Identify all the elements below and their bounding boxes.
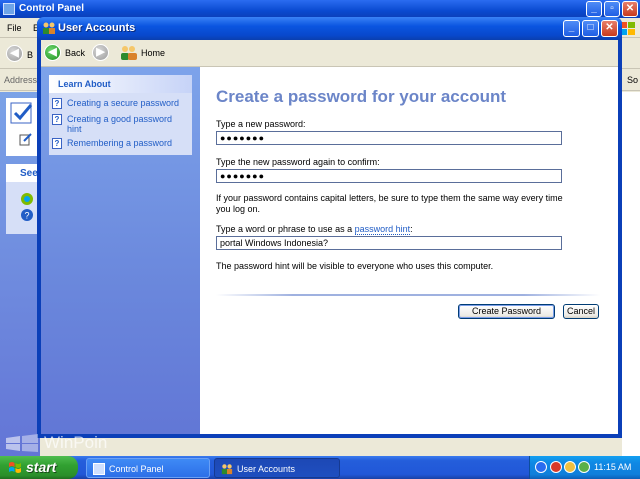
- taskbar-item-label: Control Panel: [109, 464, 164, 474]
- help-topic-icon: ?: [52, 138, 62, 149]
- address-label: Address: [4, 75, 38, 85]
- help-support-icon[interactable]: ?: [20, 208, 34, 222]
- user-accounts-titlebar[interactable]: User Accounts _ □ ✕: [37, 17, 622, 40]
- user-accounts-icon: [43, 22, 55, 34]
- hint-label-suffix: :: [410, 224, 413, 234]
- taskbar: start Control Panel User Accounts 11:15 …: [0, 456, 640, 479]
- clock[interactable]: 11:15 AM: [594, 462, 631, 472]
- window-title: User Accounts: [58, 22, 136, 34]
- minimize-icon[interactable]: _: [563, 20, 580, 37]
- taskbar-item-label: User Accounts: [237, 464, 296, 474]
- help-topic-icon: ?: [52, 114, 62, 125]
- watermark-text: WinPoin: [44, 433, 108, 452]
- page-title: Create a password for your account: [216, 87, 507, 106]
- start-label: start: [26, 459, 57, 475]
- home-button-label[interactable]: Home: [141, 48, 165, 58]
- system-tray: 11:15 AM: [529, 456, 640, 479]
- learn-about-title: Learn About: [58, 79, 111, 89]
- password-hint-link[interactable]: password hint: [354, 224, 411, 235]
- svg-text:?: ?: [25, 211, 30, 221]
- pick-category-box: [6, 98, 40, 156]
- tray-app-icon[interactable]: [578, 461, 590, 473]
- back-icon[interactable]: ◀: [6, 45, 23, 62]
- learn-about-box: Learn About ? Creating a secure password…: [49, 75, 192, 155]
- security-center-icon[interactable]: [550, 461, 562, 473]
- learn-item-label[interactable]: Creating a secure password: [67, 98, 189, 108]
- start-button[interactable]: start: [0, 456, 78, 479]
- control-panel-icon: [93, 463, 105, 475]
- switch-view-icon[interactable]: [19, 133, 33, 147]
- navigation-bar: ◀ Back ▶ Home: [41, 40, 618, 67]
- learn-item-label[interactable]: Creating a good password hint: [67, 114, 189, 134]
- cancel-button[interactable]: Cancel: [563, 304, 599, 319]
- hint-visibility-note: The password hint will be visible to eve…: [216, 261, 494, 271]
- see-also-title: See: [20, 168, 38, 179]
- restore-icon[interactable]: ▫: [604, 1, 620, 17]
- confirm-password-label: Type the new password again to confirm:: [216, 157, 380, 167]
- new-password-field[interactable]: ●●●●●●●: [216, 131, 562, 145]
- winpoin-watermark: WinPoin: [4, 432, 134, 454]
- confirm-password-field[interactable]: ●●●●●●●: [216, 169, 562, 183]
- winpoin-logo-icon: [6, 434, 38, 452]
- windows-flag-icon: [9, 462, 21, 473]
- help-topic-icon: ?: [52, 98, 62, 109]
- home-users-icon[interactable]: [120, 45, 138, 60]
- create-password-button[interactable]: Create Password: [458, 304, 555, 319]
- checklist-icon: [10, 102, 33, 124]
- volume-icon[interactable]: [564, 461, 576, 473]
- network-icon[interactable]: [535, 461, 547, 473]
- control-panel-content-edge: [622, 92, 640, 456]
- close-icon[interactable]: ✕: [622, 1, 638, 17]
- control-panel-title: Control Panel: [19, 3, 85, 14]
- window-body: Learn About ? Creating a secure password…: [41, 67, 618, 434]
- new-password-label: Type a new password:: [216, 119, 306, 129]
- close-icon[interactable]: ✕: [601, 20, 618, 37]
- capital-letters-note: If your password contains capital letter…: [216, 193, 563, 214]
- taskbar-item-control-panel[interactable]: Control Panel: [86, 458, 210, 478]
- user-accounts-icon: [221, 464, 233, 475]
- taskbar-item-user-accounts[interactable]: User Accounts: [214, 458, 340, 478]
- menu-file[interactable]: File: [7, 23, 22, 33]
- hint-label-prefix: Type a word or phrase to use as a: [216, 224, 353, 234]
- windows-update-icon[interactable]: [20, 192, 34, 206]
- forward-arrow-icon[interactable]: ▶: [92, 44, 109, 61]
- control-panel-icon: [3, 3, 15, 15]
- password-hint-label: Type a word or phrase to use as a passwo…: [216, 224, 413, 235]
- go-partial[interactable]: So: [627, 75, 638, 85]
- maximize-icon[interactable]: □: [582, 20, 599, 37]
- back-button-label[interactable]: Back: [65, 48, 85, 58]
- back-arrow-icon[interactable]: ◀: [44, 44, 61, 61]
- divider: [216, 294, 600, 296]
- minimize-icon[interactable]: _: [586, 1, 602, 17]
- user-accounts-window: User Accounts _ □ ✕ ◀ Back ▶ Home Learn …: [37, 17, 622, 438]
- password-hint-field[interactable]: portal Windows Indonesia?: [216, 236, 562, 250]
- main-content: Create a password for your account Type …: [200, 67, 618, 434]
- toolbar-back-partial: B: [27, 50, 34, 60]
- learn-item-label[interactable]: Remembering a password: [67, 138, 189, 148]
- control-panel-titlebar[interactable]: Control Panel _ ▫ ✕: [0, 0, 640, 18]
- learn-about-header: Learn About: [49, 75, 192, 93]
- task-pane: Learn About ? Creating a secure password…: [41, 67, 200, 434]
